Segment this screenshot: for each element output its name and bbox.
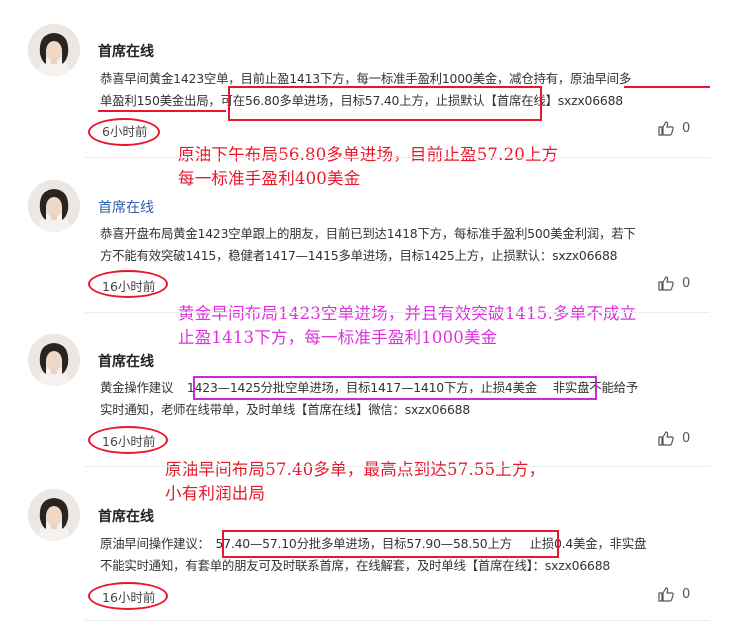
avatar[interactable] [28, 334, 80, 386]
post-text-prefix: 黄金操作建议 [100, 380, 174, 395]
annotation-line: 小有利润出局 [165, 484, 266, 503]
annotation-line: 原油下午布局56.80多单进场，目前止盈57.20上方 [178, 145, 559, 164]
author-name[interactable]: 首席在线 [98, 197, 154, 217]
post-text-line-2: 不能实时通知，有套单的朋友可及时联系首席，在线解套，及时单线【首席在线】：sxz… [100, 558, 611, 573]
like-button[interactable]: 0 [658, 121, 690, 136]
highlight-oval [88, 582, 168, 610]
highlight-box [222, 530, 559, 558]
divider [85, 466, 710, 467]
thumbs-up-icon [658, 587, 674, 602]
highlight-oval [88, 426, 168, 454]
thumbs-up-icon [658, 121, 674, 136]
thumbs-up-icon [658, 431, 674, 446]
highlight-oval [88, 270, 168, 298]
annotation: 黄金早间布局1423空单进场，并且有效突破1415.多单不成立 止盈1413下方… [178, 302, 636, 350]
annotation-line: 原油早间布局57.40多单，最高点到达57.55上方， [165, 460, 546, 479]
post-text-line-2: 方不能有效突破1415，稳健者1417—1415多单进场，目标1425上方，止损… [100, 248, 618, 263]
highlight-oval [88, 118, 160, 146]
post-text-prefix: 原油早间操作建议： [100, 536, 210, 551]
divider [85, 157, 710, 158]
author-name[interactable]: 首席在线 [98, 41, 154, 61]
author-name[interactable]: 首席在线 [98, 506, 154, 526]
divider [85, 312, 710, 313]
like-button[interactable]: 0 [658, 276, 690, 291]
like-count: 0 [682, 431, 691, 446]
avatar[interactable] [28, 489, 80, 541]
annotation: 原油下午布局56.80多单进场，目前止盈57.20上方 每一标准手盈利400美金 [178, 143, 558, 191]
avatar[interactable] [28, 24, 80, 76]
avatar-image [28, 334, 80, 386]
thumbs-up-icon [658, 276, 674, 291]
annotation-line: 黄金早间布局1423空单进场，并且有效突破1415.多单不成立 [178, 304, 637, 323]
highlight-underline [624, 86, 710, 88]
post-text-line-1: 恭喜开盘布局黄金1423空单跟上的朋友，目前已到达1418下方，每标准手盈利50… [100, 226, 636, 241]
like-count: 0 [682, 276, 691, 291]
like-count: 0 [682, 587, 691, 602]
avatar-image [28, 24, 80, 76]
avatar-image [28, 489, 80, 541]
divider [85, 620, 710, 621]
post-body: 恭喜开盘布局黄金1423空单跟上的朋友，目前已到达1418下方，每标准手盈利50… [100, 223, 712, 267]
author-name[interactable]: 首席在线 [98, 351, 154, 371]
annotation-line: 每一标准手盈利400美金 [178, 169, 361, 188]
highlight-box [193, 376, 597, 400]
like-button[interactable]: 0 [658, 431, 690, 446]
like-count: 0 [682, 121, 691, 136]
post-text-line-2: 实时通知，老师在线带单，及时单线【首席在线】微信：sxzx06688 [100, 402, 471, 417]
annotation-line: 止盈1413下方，每一标准手盈利1000美金 [178, 328, 498, 347]
highlight-underline [98, 110, 226, 112]
avatar-image [28, 180, 80, 232]
highlight-box [228, 86, 542, 121]
avatar[interactable] [28, 180, 80, 232]
like-button[interactable]: 0 [658, 587, 690, 602]
